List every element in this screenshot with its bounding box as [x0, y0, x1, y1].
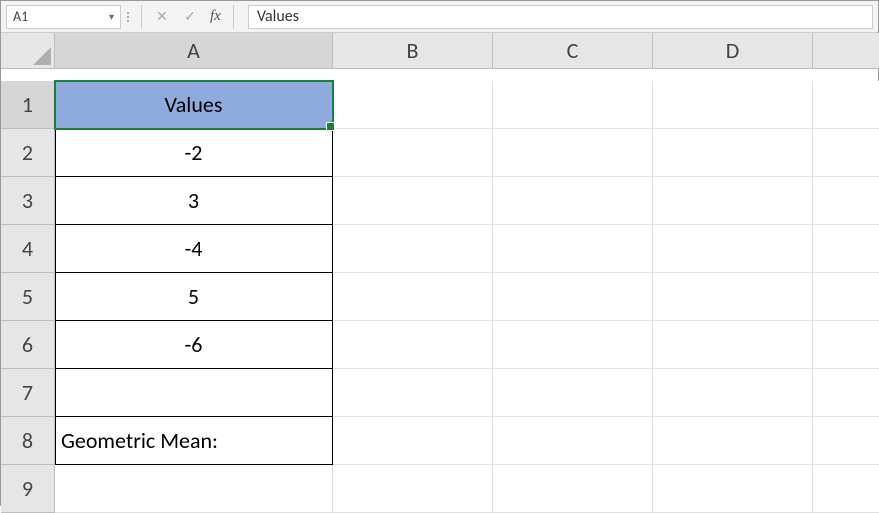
- spreadsheet-grid[interactable]: A B C D 1 Values 2 -2 3 3 4 -4 5 5 6 -6 …: [1, 33, 878, 513]
- drag-handle-icon[interactable]: [127, 12, 129, 22]
- row-header-7[interactable]: 7: [1, 369, 55, 417]
- formula-input[interactable]: Values: [248, 5, 873, 29]
- cell-C8[interactable]: [493, 417, 653, 465]
- row-header-8[interactable]: 8: [1, 417, 55, 465]
- cell-B7[interactable]: [333, 369, 493, 417]
- row-header-3[interactable]: 3: [1, 177, 55, 225]
- cell-B1[interactable]: [333, 81, 493, 129]
- cell-A7[interactable]: [55, 369, 333, 417]
- cell-C7[interactable]: [493, 369, 653, 417]
- formula-bar: A1 ▾ ✕ ✓ fx Values: [1, 1, 878, 33]
- cell-B8[interactable]: [333, 417, 493, 465]
- cell-A1[interactable]: Values: [55, 81, 333, 129]
- formula-input-value: Values: [257, 7, 299, 26]
- row-header-2[interactable]: 2: [1, 129, 55, 177]
- cell-C3[interactable]: [493, 177, 653, 225]
- name-box-dropdown-icon[interactable]: ▾: [109, 10, 114, 23]
- cell-E7[interactable]: [813, 369, 879, 417]
- separator: [141, 5, 142, 29]
- column-header-E[interactable]: [813, 33, 879, 69]
- column-header-B[interactable]: B: [333, 33, 493, 69]
- cell-D2[interactable]: [653, 129, 813, 177]
- cell-D1[interactable]: [653, 81, 813, 129]
- cell-C5[interactable]: [493, 273, 653, 321]
- cell-A5[interactable]: 5: [55, 273, 333, 321]
- cell-A2[interactable]: -2: [55, 129, 333, 177]
- column-header-D[interactable]: D: [653, 33, 813, 69]
- name-box[interactable]: A1 ▾: [6, 5, 121, 29]
- cell-C6[interactable]: [493, 321, 653, 369]
- fx-icon[interactable]: fx: [210, 8, 221, 25]
- row-header-5[interactable]: 5: [1, 273, 55, 321]
- cell-A3[interactable]: 3: [55, 177, 333, 225]
- cell-E3[interactable]: [813, 177, 879, 225]
- cell-E4[interactable]: [813, 225, 879, 273]
- name-box-value: A1: [13, 8, 28, 25]
- cell-B4[interactable]: [333, 225, 493, 273]
- cell-D4[interactable]: [653, 225, 813, 273]
- cell-B2[interactable]: [333, 129, 493, 177]
- cell-B6[interactable]: [333, 321, 493, 369]
- cell-B3[interactable]: [333, 177, 493, 225]
- cell-E2[interactable]: [813, 129, 879, 177]
- cell-E8[interactable]: [813, 417, 879, 465]
- cell-D7[interactable]: [653, 369, 813, 417]
- select-all-corner[interactable]: [1, 33, 55, 69]
- cell-E1[interactable]: [813, 81, 879, 129]
- cell-C1[interactable]: [493, 81, 653, 129]
- cell-C2[interactable]: [493, 129, 653, 177]
- cell-C4[interactable]: [493, 225, 653, 273]
- separator: [233, 5, 234, 29]
- cell-A4[interactable]: -4: [55, 225, 333, 273]
- cell-D5[interactable]: [653, 273, 813, 321]
- cell-A8[interactable]: Geometric Mean:: [55, 417, 333, 465]
- row-header-1[interactable]: 1: [1, 81, 55, 129]
- cancel-icon: ✕: [150, 5, 174, 29]
- cell-B5[interactable]: [333, 273, 493, 321]
- row-header-4[interactable]: 4: [1, 225, 55, 273]
- confirm-icon: ✓: [178, 5, 202, 29]
- cell-A6[interactable]: -6: [55, 321, 333, 369]
- cell-E6[interactable]: [813, 321, 879, 369]
- cell-D3[interactable]: [653, 177, 813, 225]
- column-header-C[interactable]: C: [493, 33, 653, 69]
- cell-D8[interactable]: [653, 417, 813, 465]
- column-header-A[interactable]: A: [55, 33, 333, 69]
- cell-D6[interactable]: [653, 321, 813, 369]
- row-header-6[interactable]: 6: [1, 321, 55, 369]
- cell-E5[interactable]: [813, 273, 879, 321]
